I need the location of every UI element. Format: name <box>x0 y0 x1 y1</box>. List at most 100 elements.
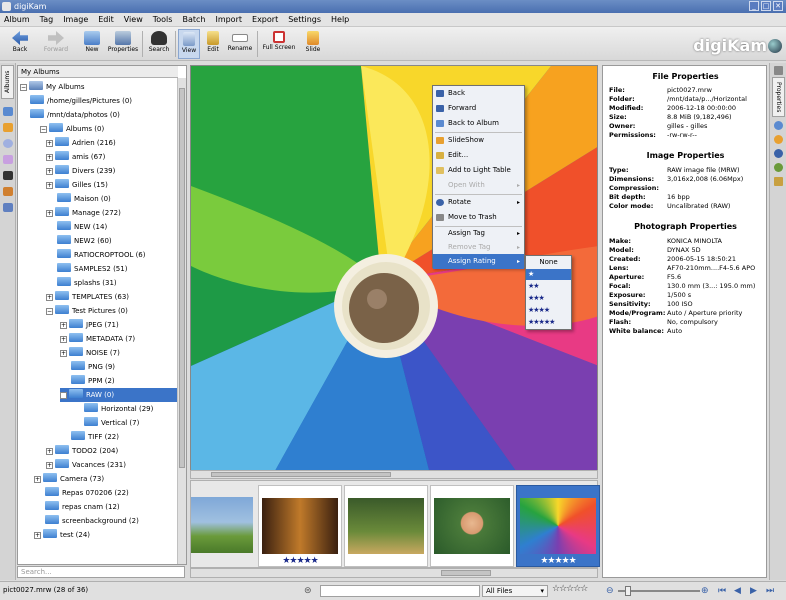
previous-image-icon[interactable]: ◀ <box>734 586 741 596</box>
thumbnail-rating[interactable]: ★★★★★ <box>259 556 341 566</box>
tree-item[interactable]: TIFF (22) <box>71 430 119 444</box>
tree-item[interactable]: + amis (67) <box>46 150 105 164</box>
menu-tools[interactable]: Tools <box>153 15 173 24</box>
menu-item-add-to-light-table[interactable]: Add to Light Table <box>433 163 524 178</box>
tree-item[interactable]: PNG (9) <box>71 360 115 374</box>
menu-item-slideshow[interactable]: SlideShow <box>433 133 524 148</box>
albums-tab[interactable]: Albums <box>1 65 14 99</box>
timeline-view-icon[interactable] <box>3 203 13 212</box>
menu-item-back[interactable]: Back <box>433 86 524 101</box>
tree-item[interactable]: SAMPLES2 (51) <box>57 262 127 276</box>
filter-lock-icon[interactable]: ⊜ <box>304 586 312 596</box>
menu-item-open-with[interactable]: Open With ▸ <box>433 178 524 193</box>
image-info-icon[interactable] <box>774 177 783 186</box>
thumbnail[interactable] <box>191 485 255 567</box>
first-image-icon[interactable]: ⏮ <box>718 586 726 596</box>
tree-item[interactable]: + JPEG (71) <box>60 318 119 332</box>
zoom-out-icon[interactable]: ⊖ <box>606 586 614 596</box>
text-filter-input[interactable] <box>320 585 480 597</box>
menu-help[interactable]: Help <box>331 15 349 24</box>
tree-item[interactable]: NEW2 (60) <box>57 234 112 248</box>
rating-filter[interactable]: ☆☆☆☆☆ <box>552 584 588 594</box>
scrollbar-thumb[interactable] <box>441 570 491 576</box>
tree-item[interactable]: /home/gilles/Pictures (0) <box>30 94 132 108</box>
menu-item-rotate[interactable]: Rotate ▸ <box>433 195 524 210</box>
geolocation-icon[interactable] <box>774 149 783 158</box>
tree-item[interactable]: /mnt/data/photos (0) <box>30 108 120 122</box>
menu-item-move-to-trash[interactable]: Move to Trash <box>433 210 524 225</box>
menu-import[interactable]: Import <box>215 15 242 24</box>
menu-image[interactable]: Image <box>63 15 88 24</box>
thumbnail-selected[interactable]: ★★★★★ <box>516 485 600 567</box>
tree-item[interactable]: Vertical (7) <box>84 416 139 430</box>
calendar-view-icon[interactable] <box>3 139 13 148</box>
forward-button[interactable]: Forward <box>40 29 72 59</box>
rating-4-stars[interactable]: ★★★★ <box>526 305 571 316</box>
slideshow-button[interactable]: Slide <box>300 29 326 59</box>
tree-item[interactable]: Horizontal (29) <box>84 402 153 416</box>
tree-item[interactable]: + test (24) <box>34 528 90 542</box>
fullscreen-button[interactable]: Full Screen <box>260 29 298 59</box>
rename-button[interactable]: Rename <box>226 29 254 59</box>
next-image-icon[interactable]: ▶ <box>750 586 757 596</box>
last-image-icon[interactable]: ⏭ <box>766 586 774 596</box>
comments-tags-icon[interactable] <box>774 163 783 172</box>
tree-item[interactable]: Maison (0) <box>57 192 111 206</box>
tree-item[interactable]: − Albums (0) <box>40 122 104 136</box>
pencil-icon[interactable] <box>774 66 783 75</box>
menu-export[interactable]: Export <box>252 15 278 24</box>
tree-item[interactable]: + METADATA (7) <box>60 332 135 346</box>
tree-item[interactable]: + Manage (272) <box>46 206 121 220</box>
thumbnail-rating[interactable]: ★★★★★ <box>517 556 599 566</box>
rating-2-stars[interactable]: ★★ <box>526 281 571 292</box>
album-tree-scrollbar[interactable] <box>177 78 186 564</box>
menu-item-assign-tag[interactable]: Assign Tag ▸ <box>433 226 524 241</box>
tree-item[interactable]: repas cnam (12) <box>45 500 120 514</box>
album-search-input[interactable]: Search... <box>17 566 185 578</box>
menu-item-back-to-album[interactable]: Back to Album <box>433 116 524 131</box>
rating-1-star[interactable]: ★ <box>526 269 571 280</box>
thumbnail[interactable] <box>430 485 514 567</box>
tree-item[interactable]: + TODO2 (204) <box>46 444 118 458</box>
thumbnail[interactable]: ★★★★★ <box>258 485 342 567</box>
scrollbar-thumb[interactable] <box>179 88 185 468</box>
tag-filter-icon[interactable] <box>3 187 13 196</box>
menu-item-remove-tag[interactable]: Remove Tag ▸ <box>433 240 524 255</box>
minimize-button[interactable]: _ <box>749 1 759 11</box>
colors-icon[interactable] <box>774 135 783 144</box>
menu-album[interactable]: Album <box>4 15 30 24</box>
menu-tag[interactable]: Tag <box>40 15 54 24</box>
properties-button[interactable]: Properties <box>107 29 139 59</box>
tree-item[interactable]: + Divers (239) <box>46 164 115 178</box>
zoom-slider-handle[interactable] <box>625 586 631 596</box>
tree-item[interactable]: + Vacances (231) <box>46 458 126 472</box>
file-type-filter-select[interactable]: All Files ▾ <box>482 585 548 597</box>
albums-view-icon[interactable] <box>3 107 13 116</box>
metadata-icon[interactable] <box>774 121 783 130</box>
tree-item[interactable]: + Adrien (216) <box>46 136 116 150</box>
tree-item[interactable]: RATIOCROPTOOL (6) <box>57 248 146 262</box>
rating-5-stars[interactable]: ★★★★★ <box>526 317 571 328</box>
rating-3-stars[interactable]: ★★★ <box>526 293 571 304</box>
back-button[interactable]: Back <box>4 29 36 59</box>
thumbnail[interactable] <box>344 485 428 567</box>
menu-settings[interactable]: Settings <box>288 15 321 24</box>
tree-item[interactable]: + NOISE (7) <box>60 346 120 360</box>
menu-batch[interactable]: Batch <box>182 15 205 24</box>
edit-button[interactable]: Edit <box>202 29 224 59</box>
thumbnail-scrollbar[interactable] <box>190 568 598 578</box>
view-button[interactable]: View <box>178 29 200 59</box>
zoom-in-icon[interactable]: ⊕ <box>701 586 709 596</box>
date-view-icon[interactable] <box>3 155 13 164</box>
tree-item[interactable]: + Gilles (15) <box>46 178 108 192</box>
rating-none[interactable]: None <box>526 257 571 268</box>
menu-item-forward[interactable]: Forward <box>433 101 524 116</box>
menu-view[interactable]: View <box>124 15 143 24</box>
tree-item[interactable]: − Test Pictures (0) <box>46 304 128 318</box>
tree-item[interactable]: screenbackground (2) <box>45 514 139 528</box>
menu-item-edit[interactable]: Edit... <box>433 148 524 163</box>
tags-view-icon[interactable] <box>3 123 13 132</box>
menu-edit[interactable]: Edit <box>98 15 114 24</box>
tree-item[interactable]: + TEMPLATES (63) <box>46 290 129 304</box>
tree-item[interactable]: − My Albums <box>20 80 85 94</box>
